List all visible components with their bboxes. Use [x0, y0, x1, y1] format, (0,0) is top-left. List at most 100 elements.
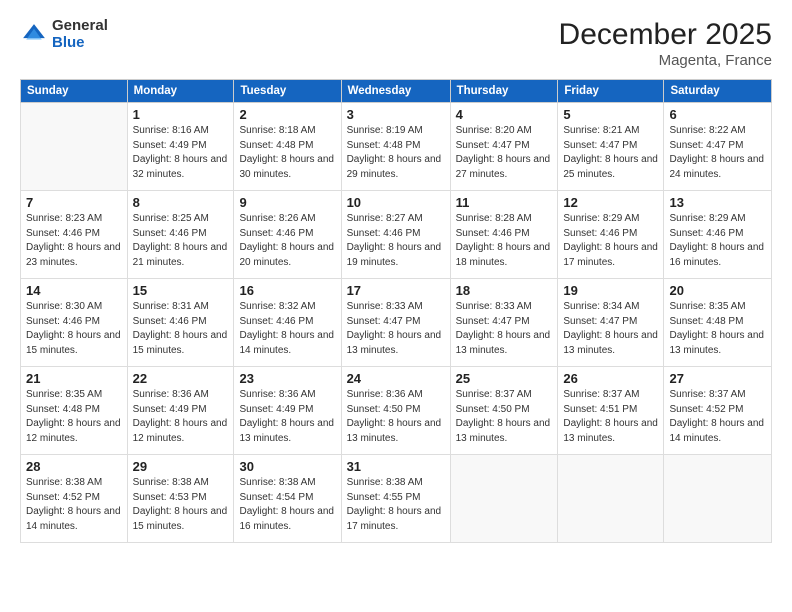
day-info: Sunrise: 8:20 AM Sunset: 4:47 PM Dayligh…: [456, 124, 553, 182]
day-number: 20: [669, 283, 766, 298]
day-number: 31: [347, 459, 445, 474]
table-row: [450, 455, 558, 543]
day-number: 12: [563, 195, 658, 210]
day-number: 21: [26, 371, 122, 386]
table-row: 3 Sunrise: 8:19 AM Sunset: 4:48 PM Daylig…: [341, 103, 450, 191]
calendar-table: Sunday Monday Tuesday Wednesday Thursday…: [20, 79, 772, 543]
col-thursday: Thursday: [450, 80, 558, 103]
table-row: 27 Sunrise: 8:37 AM Sunset: 4:52 PM Dayli…: [664, 367, 772, 455]
day-info: Sunrise: 8:29 AM Sunset: 4:46 PM Dayligh…: [669, 212, 766, 270]
day-number: 5: [563, 107, 658, 122]
table-row: 9Sunrise: 8:26 AM Sunset: 4:46 PM Daylig…: [234, 191, 341, 279]
table-row: 22Sunrise: 8:36 AM Sunset: 4:49 PM Dayli…: [127, 367, 234, 455]
day-info: Sunrise: 8:38 AM Sunset: 4:55 PM Dayligh…: [347, 476, 445, 534]
day-info: Sunrise: 8:38 AM Sunset: 4:54 PM Dayligh…: [239, 476, 335, 534]
day-info: Sunrise: 8:38 AM Sunset: 4:52 PM Dayligh…: [26, 476, 122, 534]
day-info: Sunrise: 8:28 AM Sunset: 4:46 PM Dayligh…: [456, 212, 553, 270]
day-info: Sunrise: 8:36 AM Sunset: 4:49 PM Dayligh…: [239, 388, 335, 446]
day-info: Sunrise: 8:27 AM Sunset: 4:46 PM Dayligh…: [347, 212, 445, 270]
col-monday: Monday: [127, 80, 234, 103]
day-number: 11: [456, 195, 553, 210]
day-number: 22: [133, 371, 229, 386]
month-title: December 2025: [559, 18, 772, 52]
day-number: 29: [133, 459, 229, 474]
table-row: [664, 455, 772, 543]
table-row: 6 Sunrise: 8:22 AM Sunset: 4:47 PM Daylig…: [664, 103, 772, 191]
table-row: 30 Sunrise: 8:38 AM Sunset: 4:54 PM Dayli…: [234, 455, 341, 543]
table-row: 11 Sunrise: 8:28 AM Sunset: 4:46 PM Dayli…: [450, 191, 558, 279]
day-number: 27: [669, 371, 766, 386]
table-row: 25 Sunrise: 8:37 AM Sunset: 4:50 PM Dayli…: [450, 367, 558, 455]
day-number: 30: [239, 459, 335, 474]
logo-general: General: [52, 18, 108, 35]
day-number: 6: [669, 107, 766, 122]
day-number: 7: [26, 195, 122, 210]
day-number: 28: [26, 459, 122, 474]
table-row: 31 Sunrise: 8:38 AM Sunset: 4:55 PM Dayli…: [341, 455, 450, 543]
table-row: 21 Sunrise: 8:35 AM Sunset: 4:48 PM Dayli…: [21, 367, 128, 455]
table-row: 17 Sunrise: 8:33 AM Sunset: 4:47 PM Dayli…: [341, 279, 450, 367]
day-info: Sunrise: 8:37 AM Sunset: 4:52 PM Dayligh…: [669, 388, 766, 446]
day-number: 24: [347, 371, 445, 386]
table-row: 5 Sunrise: 8:21 AM Sunset: 4:47 PM Daylig…: [558, 103, 664, 191]
logo: General Blue: [20, 18, 108, 51]
day-number: 8: [133, 195, 229, 210]
col-sunday: Sunday: [21, 80, 128, 103]
day-number: 2: [239, 107, 335, 122]
table-row: 16Sunrise: 8:32 AM Sunset: 4:46 PM Dayli…: [234, 279, 341, 367]
logo-text: General Blue: [52, 18, 108, 51]
day-info: Sunrise: 8:18 AM Sunset: 4:48 PM Dayligh…: [239, 124, 335, 182]
table-row: 7Sunrise: 8:23 AM Sunset: 4:46 PM Daylig…: [21, 191, 128, 279]
day-info: Sunrise: 8:21 AM Sunset: 4:47 PM Dayligh…: [563, 124, 658, 182]
calendar-week-row: 21 Sunrise: 8:35 AM Sunset: 4:48 PM Dayli…: [21, 367, 772, 455]
table-row: [21, 103, 128, 191]
table-row: 2 Sunrise: 8:18 AM Sunset: 4:48 PM Daylig…: [234, 103, 341, 191]
day-info: Sunrise: 8:31 AM Sunset: 4:46 PM Dayligh…: [133, 300, 229, 358]
day-number: 3: [347, 107, 445, 122]
table-row: 20 Sunrise: 8:35 AM Sunset: 4:48 PM Dayli…: [664, 279, 772, 367]
day-number: 9: [239, 195, 335, 210]
day-number: 23: [239, 371, 335, 386]
day-number: 17: [347, 283, 445, 298]
logo-icon: [20, 21, 48, 49]
table-row: 15 Sunrise: 8:31 AM Sunset: 4:46 PM Dayli…: [127, 279, 234, 367]
day-number: 16: [239, 283, 335, 298]
calendar-header-row: Sunday Monday Tuesday Wednesday Thursday…: [21, 80, 772, 103]
day-number: 25: [456, 371, 553, 386]
col-friday: Friday: [558, 80, 664, 103]
day-info: Sunrise: 8:25 AM Sunset: 4:46 PM Dayligh…: [133, 212, 229, 270]
day-info: Sunrise: 8:19 AM Sunset: 4:48 PM Dayligh…: [347, 124, 445, 182]
table-row: 18Sunrise: 8:33 AM Sunset: 4:47 PM Dayli…: [450, 279, 558, 367]
day-info: Sunrise: 8:35 AM Sunset: 4:48 PM Dayligh…: [26, 388, 122, 446]
day-info: Sunrise: 8:33 AM Sunset: 4:47 PM Dayligh…: [347, 300, 445, 358]
day-info: Sunrise: 8:30 AM Sunset: 4:46 PM Dayligh…: [26, 300, 122, 358]
calendar-week-row: 14 Sunrise: 8:30 AM Sunset: 4:46 PM Dayli…: [21, 279, 772, 367]
table-row: 12Sunrise: 8:29 AM Sunset: 4:46 PM Dayli…: [558, 191, 664, 279]
day-number: 26: [563, 371, 658, 386]
table-row: 29Sunrise: 8:38 AM Sunset: 4:53 PM Dayli…: [127, 455, 234, 543]
day-info: Sunrise: 8:37 AM Sunset: 4:50 PM Dayligh…: [456, 388, 553, 446]
calendar-week-row: 28 Sunrise: 8:38 AM Sunset: 4:52 PM Dayli…: [21, 455, 772, 543]
day-number: 15: [133, 283, 229, 298]
page: General Blue December 2025 Magenta, Fran…: [0, 0, 792, 612]
table-row: 14 Sunrise: 8:30 AM Sunset: 4:46 PM Dayli…: [21, 279, 128, 367]
day-number: 4: [456, 107, 553, 122]
day-info: Sunrise: 8:37 AM Sunset: 4:51 PM Dayligh…: [563, 388, 658, 446]
day-info: Sunrise: 8:35 AM Sunset: 4:48 PM Dayligh…: [669, 300, 766, 358]
calendar-week-row: 1Sunrise: 8:16 AM Sunset: 4:49 PM Daylig…: [21, 103, 772, 191]
table-row: 1Sunrise: 8:16 AM Sunset: 4:49 PM Daylig…: [127, 103, 234, 191]
day-number: 14: [26, 283, 122, 298]
day-info: Sunrise: 8:34 AM Sunset: 4:47 PM Dayligh…: [563, 300, 658, 358]
table-row: 4 Sunrise: 8:20 AM Sunset: 4:47 PM Daylig…: [450, 103, 558, 191]
table-row: [558, 455, 664, 543]
col-wednesday: Wednesday: [341, 80, 450, 103]
col-saturday: Saturday: [664, 80, 772, 103]
location: Magenta, France: [559, 52, 772, 69]
day-info: Sunrise: 8:22 AM Sunset: 4:47 PM Dayligh…: [669, 124, 766, 182]
table-row: 23 Sunrise: 8:36 AM Sunset: 4:49 PM Dayli…: [234, 367, 341, 455]
logo-blue: Blue: [52, 35, 108, 52]
day-number: 1: [133, 107, 229, 122]
header: General Blue December 2025 Magenta, Fran…: [20, 18, 772, 69]
table-row: 8 Sunrise: 8:25 AM Sunset: 4:46 PM Daylig…: [127, 191, 234, 279]
day-info: Sunrise: 8:33 AM Sunset: 4:47 PM Dayligh…: [456, 300, 553, 358]
